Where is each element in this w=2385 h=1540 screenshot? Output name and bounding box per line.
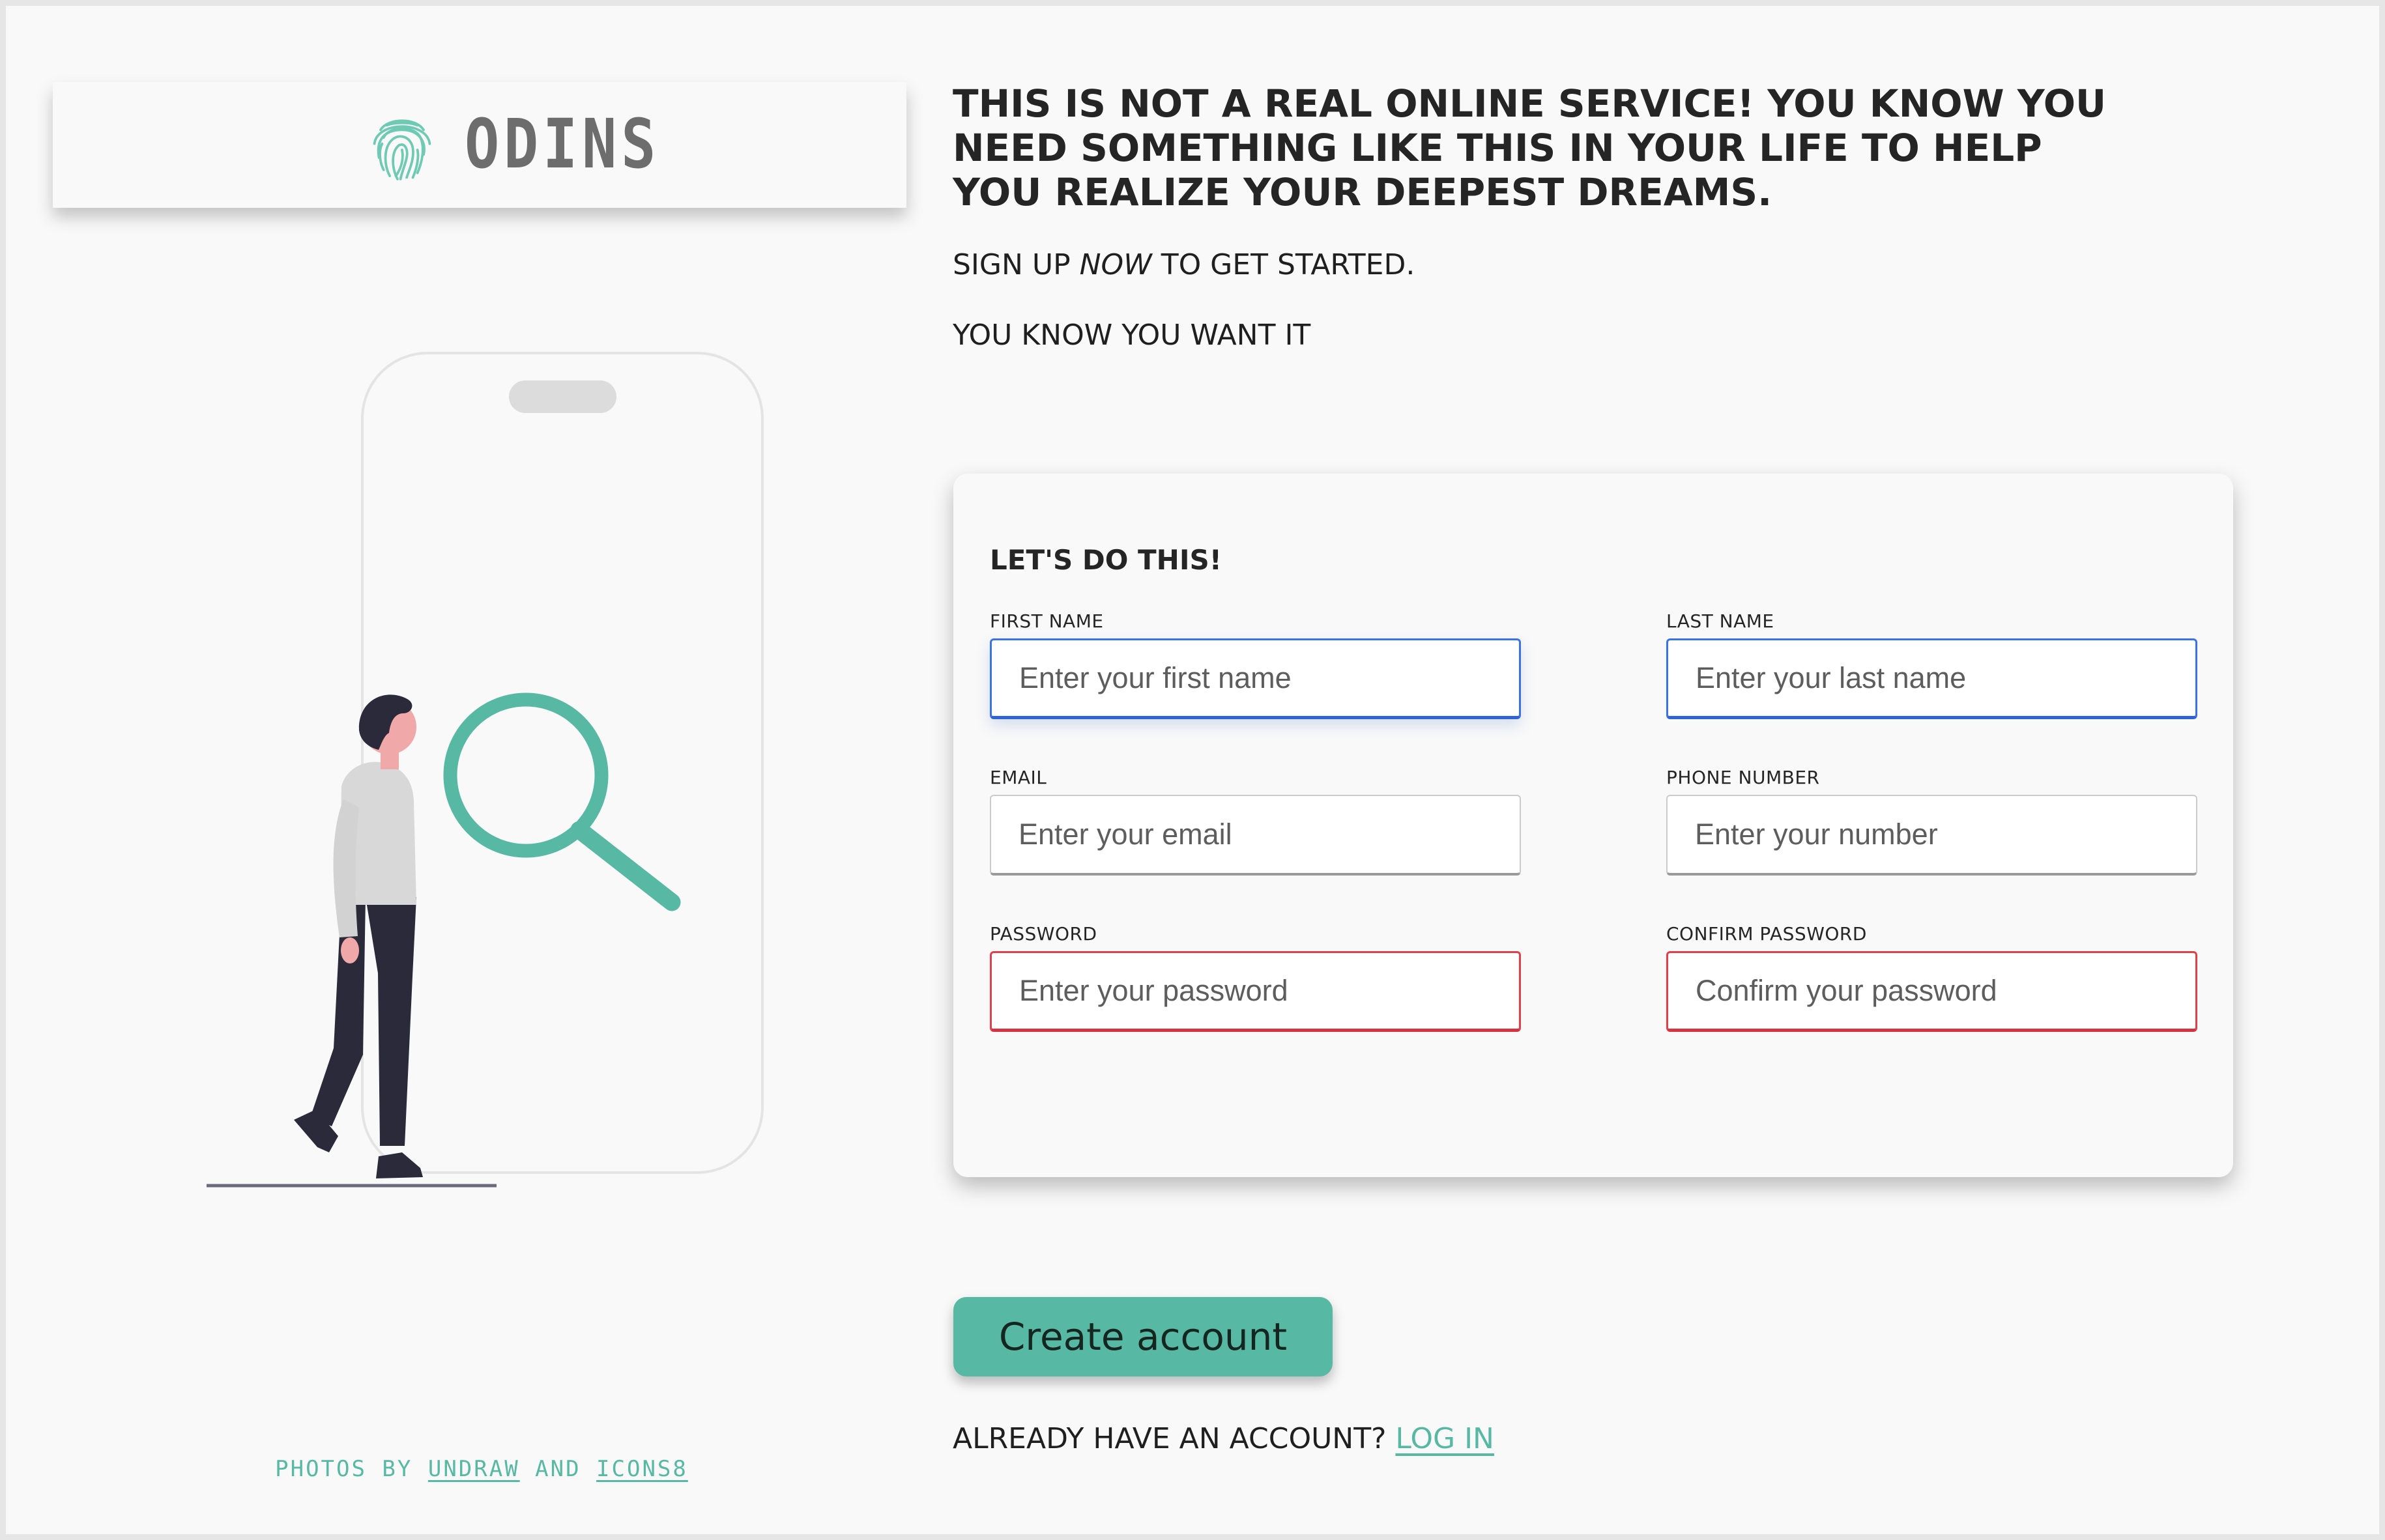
phone-input[interactable] [1666, 795, 2197, 876]
form-title: LET'S DO THIS! [990, 544, 1222, 576]
first-name-field: FIRST NAME [990, 610, 1521, 719]
confirm-password-label: CONFIRM PASSWORD [1666, 923, 1867, 945]
cta-emphasis: NOW [1079, 248, 1152, 281]
signup-cta-text: SIGN UP NOW TO GET STARTED. [953, 248, 1415, 281]
password-label: PASSWORD [990, 923, 1097, 945]
last-name-label: LAST NAME [1666, 610, 1774, 632]
undraw-link[interactable]: UNDRAW [428, 1456, 520, 1482]
page-headline: THIS IS NOT A REAL ONLINE SERVICE! YOU K… [953, 81, 2107, 214]
password-input[interactable] [990, 951, 1521, 1032]
logo-card: ODINS [53, 82, 906, 208]
tagline: YOU KNOW YOU WANT IT [953, 319, 1311, 352]
brand-name: ODINS [465, 104, 661, 184]
confirm-password-field: CONFIRM PASSWORD [1666, 923, 2197, 1032]
login-prompt-text: ALREADY HAVE AN ACCOUNT? [953, 1422, 1396, 1455]
credits-middle: AND [519, 1456, 597, 1482]
email-input[interactable] [990, 795, 1521, 876]
cta-after: TO GET STARTED. [1151, 248, 1415, 281]
last-name-field: LAST NAME [1666, 610, 2197, 719]
email-label: EMAIL [990, 767, 1047, 788]
signup-form: LET'S DO THIS! FIRST NAME LAST NAME EMAI… [953, 474, 2233, 1177]
photo-credits: PHOTOS BY UNDRAW AND ICONS8 [6, 1456, 957, 1482]
create-account-button[interactable]: Create account [953, 1297, 1333, 1376]
signup-page: ODINS PHOTOS BY UNDRAW AND ICONS8 THIS I… [6, 6, 2379, 1534]
email-field: EMAIL [990, 767, 1521, 876]
confirm-password-input[interactable] [1666, 951, 2197, 1032]
icons8-link[interactable]: ICONS8 [596, 1456, 688, 1482]
credits-prefix: PHOTOS BY [275, 1456, 428, 1482]
fingerprint-icon [373, 119, 431, 180]
phone-field: PHONE NUMBER [1666, 767, 2197, 876]
first-name-input[interactable] [990, 638, 1521, 719]
login-link[interactable]: LOG IN [1395, 1422, 1494, 1455]
person-with-magnifier-illustration [207, 352, 764, 1188]
last-name-input[interactable] [1666, 638, 2197, 719]
phone-label: PHONE NUMBER [1666, 767, 1820, 788]
login-prompt: ALREADY HAVE AN ACCOUNT? LOG IN [953, 1422, 1494, 1455]
first-name-label: FIRST NAME [990, 610, 1104, 632]
cta-before: SIGN UP [953, 248, 1080, 281]
password-field: PASSWORD [990, 923, 1521, 1032]
